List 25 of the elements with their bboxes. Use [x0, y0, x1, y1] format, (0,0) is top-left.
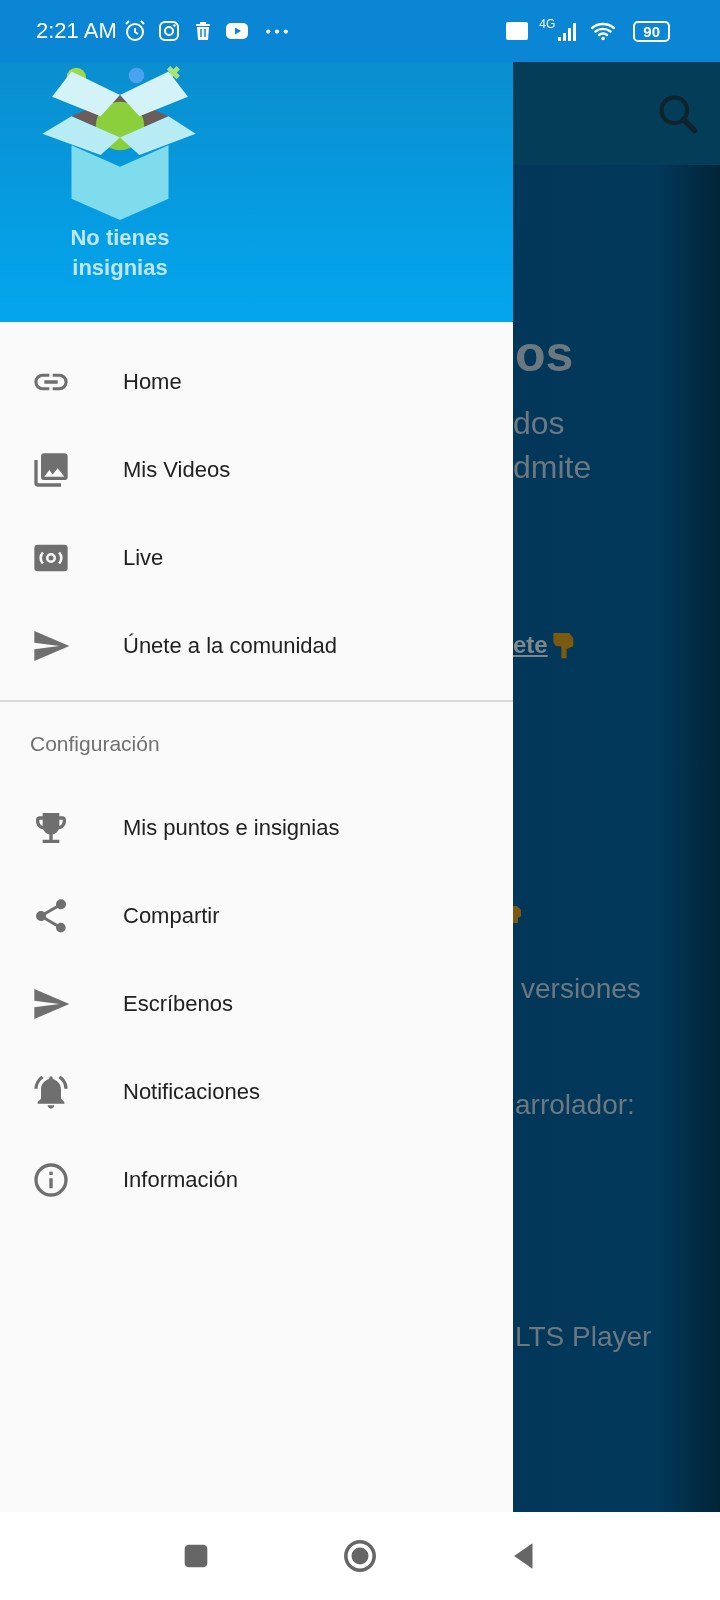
page-heading: os: [515, 325, 574, 383]
more-icon: [264, 28, 289, 34]
page-text: LTS Player: [515, 1321, 652, 1353]
info-icon: [31, 1160, 71, 1200]
menu-item[interactable]: Mis Videos: [0, 426, 513, 514]
page-text: dmite: [513, 448, 592, 487]
menu-item[interactable]: Notificaciones: [0, 1048, 513, 1136]
menu-item[interactable]: Información: [0, 1136, 513, 1224]
no-badges-message: No tienes insignias: [69, 224, 171, 282]
page-text: arrolador:: [515, 1089, 635, 1121]
menu-item[interactable]: Compartir: [0, 872, 513, 960]
menu-item[interactable]: Escríbenos: [0, 960, 513, 1048]
page-text: dos: [513, 404, 565, 443]
section-title: Configuración: [29, 731, 161, 757]
menu-item[interactable]: Home: [0, 338, 513, 426]
menu-item[interactable]: Únete a la comunidad: [0, 602, 513, 690]
menu-item[interactable]: Live: [0, 514, 513, 602]
status-time: 2:21 AM: [36, 18, 117, 44]
network-label: 4G: [539, 17, 556, 31]
page-text: versiones: [521, 973, 641, 1005]
menu-item[interactable]: Mis puntos e insignias: [0, 784, 513, 872]
battery-indicator: 90: [633, 20, 670, 42]
camera-icon: [156, 19, 181, 43]
photos-icon: [31, 450, 71, 490]
home-button[interactable]: [343, 1539, 377, 1573]
